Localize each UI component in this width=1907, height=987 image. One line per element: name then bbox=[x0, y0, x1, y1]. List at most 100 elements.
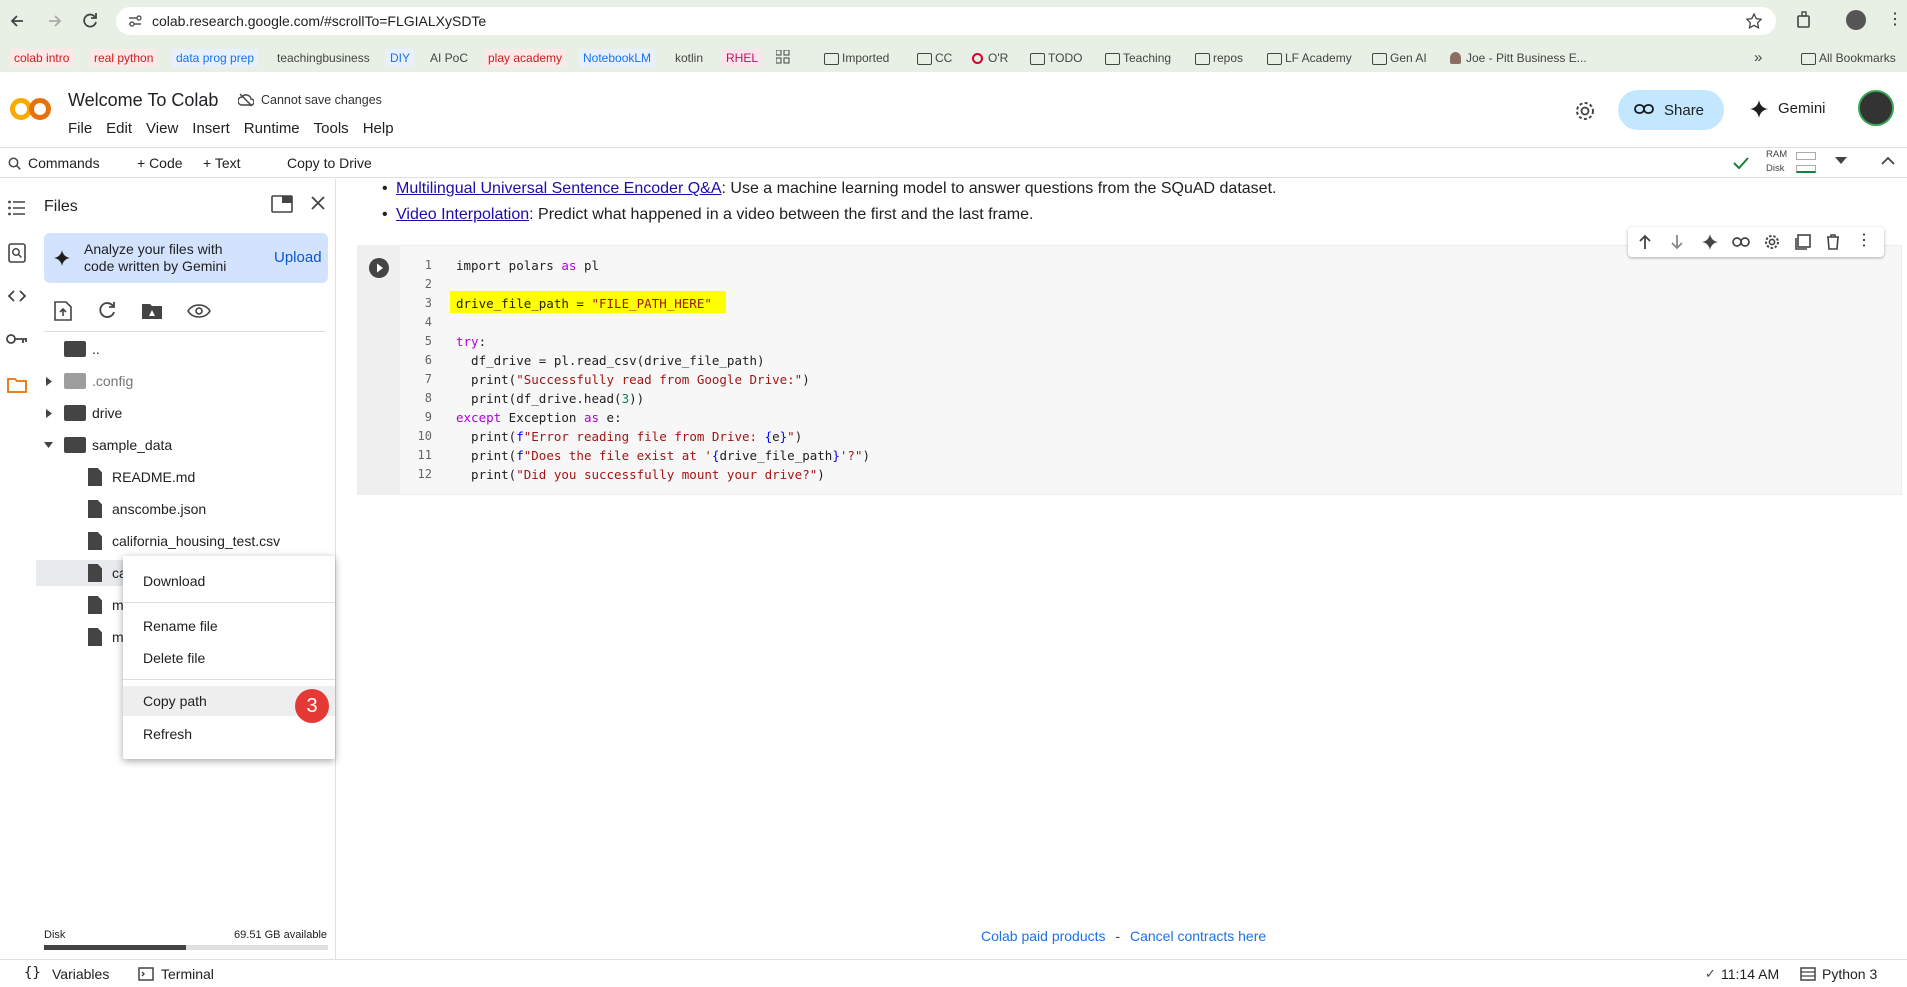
cancel-contracts-link[interactable]: Cancel contracts here bbox=[1130, 928, 1266, 944]
add-text-button[interactable]: + Text bbox=[203, 155, 241, 171]
run-cell-button[interactable] bbox=[369, 258, 389, 278]
bookmark-folder-teaching[interactable]: Teaching bbox=[1105, 49, 1171, 67]
bookmark-diy[interactable]: DIY bbox=[386, 49, 415, 67]
add-code-button[interactable]: + Code bbox=[137, 155, 183, 171]
colab-paid-products-link[interactable]: Colab paid products bbox=[981, 928, 1106, 944]
menu-download[interactable]: Download bbox=[143, 573, 205, 589]
collapse-header-icon[interactable] bbox=[1881, 156, 1895, 166]
gemini-cell-icon[interactable] bbox=[1702, 234, 1718, 250]
tree-folder-config[interactable]: .config bbox=[42, 368, 322, 394]
open-in-tab-icon[interactable] bbox=[271, 195, 293, 213]
apps-grid-icon[interactable] bbox=[776, 50, 790, 64]
more-cell-actions-icon[interactable]: ⋮ bbox=[1856, 231, 1872, 251]
menu-separator bbox=[123, 602, 335, 603]
delete-cell-icon[interactable] bbox=[1826, 234, 1840, 250]
colab-logo[interactable] bbox=[10, 97, 52, 121]
bookmark-data-prog-prep[interactable]: data prog prep bbox=[172, 49, 259, 67]
browser-menu-icon[interactable]: ⋮ bbox=[1887, 10, 1903, 30]
code-snippets-icon[interactable] bbox=[7, 289, 27, 303]
url-text[interactable]: colab.research.google.com/#scrollTo=FLGI… bbox=[152, 13, 486, 29]
execution-time[interactable]: 11:14 AM bbox=[1721, 966, 1779, 982]
bookmark-folder-cc[interactable]: CC bbox=[917, 49, 952, 67]
show-hidden-eye-icon[interactable] bbox=[187, 304, 211, 318]
bookmark-ai-poc[interactable]: AI PoC bbox=[426, 49, 472, 67]
more-bookmarks-icon[interactable]: » bbox=[1754, 49, 1762, 67]
commands-button[interactable]: Commands bbox=[28, 155, 100, 171]
close-panel-icon[interactable] bbox=[311, 196, 325, 210]
bookmark-folder-gen-ai[interactable]: Gen AI bbox=[1372, 49, 1427, 67]
link-cell-icon[interactable] bbox=[1732, 236, 1750, 248]
menu-runtime[interactable]: Runtime bbox=[244, 120, 300, 137]
bookmark-oreilly[interactable]: O'R bbox=[972, 49, 1008, 67]
bookmark-folder-imported[interactable]: Imported bbox=[824, 49, 889, 67]
find-icon[interactable] bbox=[8, 243, 26, 263]
bookmark-notebooklm[interactable]: NotebookLM bbox=[579, 49, 656, 67]
address-bar[interactable]: colab.research.google.com/#scrollTo=FLGI… bbox=[116, 7, 1776, 35]
gemini-sparkle-icon[interactable] bbox=[1750, 100, 1768, 118]
bookmark-teachingbusiness[interactable]: teachingbusiness bbox=[273, 49, 374, 67]
menu-help[interactable]: Help bbox=[363, 120, 394, 137]
variables-button[interactable]: Variables bbox=[52, 966, 109, 982]
cell-settings-icon[interactable] bbox=[1764, 234, 1780, 250]
tree-folder-drive[interactable]: drive bbox=[42, 400, 322, 426]
star-icon[interactable] bbox=[1746, 13, 1762, 29]
settings-gear-icon[interactable] bbox=[1574, 100, 1596, 122]
menu-edit[interactable]: Edit bbox=[106, 120, 132, 137]
menu-tools[interactable]: Tools bbox=[314, 120, 349, 137]
user-avatar[interactable] bbox=[1858, 90, 1894, 126]
code-line-6: df_drive = pl.read_csv(drive_file_path) bbox=[456, 353, 765, 368]
move-down-icon[interactable] bbox=[1670, 234, 1684, 250]
all-bookmarks[interactable]: All Bookmarks bbox=[1801, 49, 1896, 67]
terminal-button[interactable]: Terminal bbox=[161, 966, 214, 982]
tree-file-anscombe[interactable]: anscombe.json bbox=[88, 496, 318, 522]
bookmark-folder-lf-academy[interactable]: LF Academy bbox=[1267, 49, 1352, 67]
notebook-title[interactable]: Welcome To Colab bbox=[68, 90, 218, 111]
menu-refresh[interactable]: Refresh bbox=[143, 726, 192, 742]
move-up-icon[interactable] bbox=[1638, 234, 1652, 250]
bookmark-kotlin[interactable]: kotlin bbox=[671, 49, 707, 67]
runtime-label[interactable]: Python 3 bbox=[1822, 966, 1877, 982]
bookmark-folder-repos[interactable]: repos bbox=[1195, 49, 1243, 67]
back-icon[interactable] bbox=[8, 11, 28, 31]
site-info-icon[interactable] bbox=[128, 15, 142, 27]
bookmark-joe-pitt[interactable]: Joe - Pitt Business E... bbox=[1450, 49, 1587, 67]
code-cell[interactable]: 1 2 3 4 5 6 7 8 9 10 11 12 import polars… bbox=[357, 245, 1902, 495]
upload-button[interactable]: Upload bbox=[274, 249, 322, 266]
resources-dropdown-icon[interactable] bbox=[1835, 157, 1847, 165]
toc-icon[interactable] bbox=[8, 200, 26, 216]
upload-file-icon[interactable] bbox=[54, 301, 72, 321]
share-button[interactable]: Share bbox=[1618, 90, 1724, 130]
menu-delete-file[interactable]: Delete file bbox=[143, 650, 205, 666]
profile-avatar[interactable] bbox=[1846, 10, 1866, 30]
files-rail-item[interactable] bbox=[0, 365, 34, 405]
menu-view[interactable]: View bbox=[146, 120, 178, 137]
extensions-icon[interactable] bbox=[1795, 11, 1813, 29]
tree-file-california-test[interactable]: california_housing_test.csv bbox=[88, 528, 318, 554]
bookmark-folder-todo[interactable]: TODO bbox=[1030, 49, 1082, 67]
open-folder-icon bbox=[64, 341, 86, 357]
mirror-cell-icon[interactable] bbox=[1795, 234, 1811, 250]
forward-icon[interactable] bbox=[44, 11, 64, 31]
line-number: 2 bbox=[424, 277, 432, 291]
bookmark-real-python[interactable]: real python bbox=[90, 49, 158, 67]
link-video-interpolation[interactable]: Video Interpolation bbox=[396, 206, 529, 223]
mount-drive-icon[interactable] bbox=[141, 302, 163, 320]
tree-folder-sample-data[interactable]: sample_data bbox=[42, 432, 322, 458]
copy-to-drive-button[interactable]: Copy to Drive bbox=[287, 155, 372, 171]
bookmark-play-academy[interactable]: play academy bbox=[484, 49, 567, 67]
menu-file[interactable]: File bbox=[68, 120, 92, 137]
menu-rename-file[interactable]: Rename file bbox=[143, 618, 218, 634]
file-icon bbox=[88, 564, 102, 582]
link-multilingual-qa[interactable]: Multilingual Universal Sentence Encoder … bbox=[396, 180, 722, 197]
oreilly-logo-icon bbox=[972, 53, 983, 64]
bookmark-rhel[interactable]: RHEL bbox=[722, 49, 763, 67]
bookmark-colab-intro[interactable]: colab intro bbox=[10, 49, 74, 67]
gemini-button[interactable]: Gemini bbox=[1778, 100, 1826, 117]
resources-indicator[interactable]: RAM Disk bbox=[1766, 149, 1824, 177]
line-number: 1 bbox=[424, 258, 432, 272]
reload-icon[interactable] bbox=[80, 11, 100, 31]
refresh-icon[interactable] bbox=[98, 301, 116, 319]
secrets-key-icon[interactable] bbox=[6, 333, 28, 345]
tree-file-readme[interactable]: README.md bbox=[88, 464, 318, 490]
menu-insert[interactable]: Insert bbox=[192, 120, 230, 137]
